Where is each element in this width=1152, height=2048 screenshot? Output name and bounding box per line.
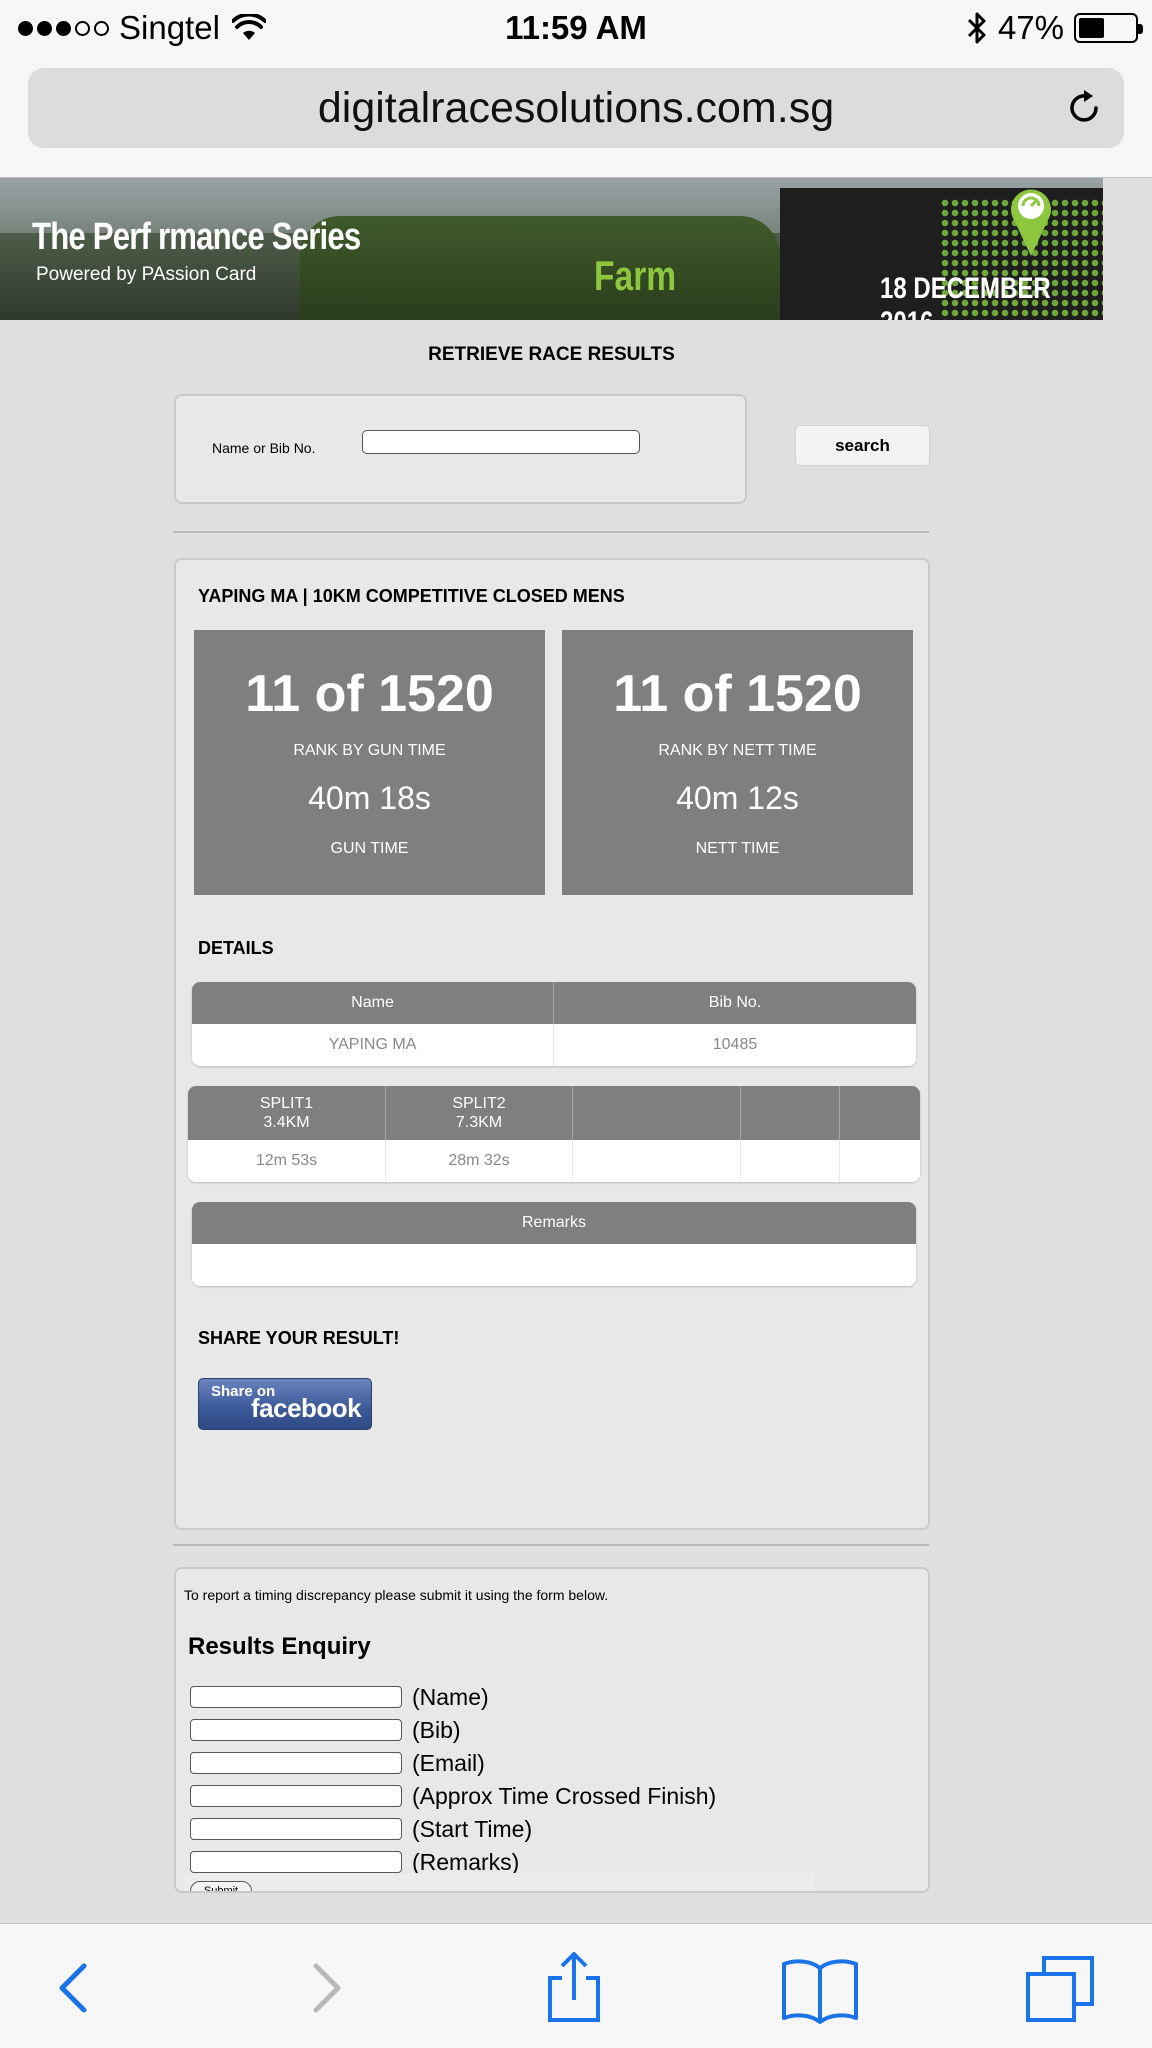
divider bbox=[173, 1544, 929, 1546]
details-table: Name Bib No. YAPING MA 10485 bbox=[192, 982, 916, 1066]
banner-event-name: Farm bbox=[594, 252, 677, 299]
browser-address-area: digitalracesolutions.com.sg bbox=[0, 56, 1152, 178]
empty-cell bbox=[741, 1140, 840, 1182]
split-time-cell: 28m 32s bbox=[386, 1140, 573, 1182]
enquiry-bib-input[interactable] bbox=[190, 1719, 402, 1741]
enquiry-name-row: (Name) bbox=[190, 1683, 489, 1711]
table-header-row: Remarks bbox=[192, 1202, 916, 1244]
details-heading: DETAILS bbox=[198, 938, 274, 958]
bookmarks-icon[interactable] bbox=[780, 1952, 860, 2024]
gun-time-label: GUN TIME bbox=[330, 840, 409, 857]
bib-number-cell: 10485 bbox=[712, 1036, 758, 1053]
search-label: Name or Bib No. bbox=[212, 440, 316, 456]
field-label: (Approx Time Crossed Finish) bbox=[412, 1782, 717, 1809]
search-panel: Name or Bib No. bbox=[174, 394, 747, 504]
results-enquiry-card: To report a timing discrepancy please su… bbox=[174, 1567, 930, 1893]
forward-icon[interactable] bbox=[288, 1952, 368, 2024]
event-banner: The Perf rmance Series Powered by PAssio… bbox=[0, 178, 1103, 320]
enquiry-title: Results Enquiry bbox=[188, 1633, 371, 1660]
enquiry-bib-row: (Bib) bbox=[190, 1716, 461, 1744]
column-header: Name bbox=[192, 982, 554, 1024]
enquiry-remarks-input[interactable] bbox=[190, 1851, 402, 1873]
empty-header bbox=[573, 1086, 741, 1140]
battery-percent: 47% bbox=[997, 9, 1064, 46]
enquiry-finish-time-row: (Approx Time Crossed Finish) bbox=[190, 1782, 716, 1810]
empty-header bbox=[840, 1086, 920, 1140]
reload-icon[interactable] bbox=[1062, 86, 1106, 130]
remarks-table: Remarks bbox=[192, 1202, 916, 1286]
battery-icon bbox=[1074, 13, 1143, 43]
share-on-facebook-button[interactable]: Share on facebook bbox=[198, 1378, 372, 1430]
table-row: 12m 53s 28m 32s bbox=[188, 1140, 920, 1182]
banner-date: 18 DECEMBER 2016 bbox=[880, 272, 1051, 320]
field-label: (Bib) bbox=[412, 1716, 461, 1743]
empty-header bbox=[741, 1086, 840, 1140]
nett-time: 40m 12s bbox=[676, 780, 799, 816]
split-name: SPLIT1 bbox=[259, 1095, 314, 1112]
nett-time-label: NETT TIME bbox=[695, 840, 780, 857]
runner-heading: YAPING MA | 10KM COMPETITIVE CLOSED MENS bbox=[198, 586, 625, 606]
empty-cell bbox=[840, 1140, 920, 1182]
nett-rank: 11 of 1520 bbox=[613, 665, 862, 723]
enquiry-start-time-row: (Start Time) bbox=[190, 1815, 532, 1843]
table-row bbox=[192, 1244, 916, 1286]
field-label: (Start Time) bbox=[412, 1815, 533, 1842]
remarks-header: Remarks bbox=[521, 1214, 586, 1231]
url-text[interactable]: digitalracesolutions.com.sg bbox=[28, 68, 1124, 148]
table-header-row: SPLIT1 3.4KM SPLIT2 7.3KM bbox=[188, 1086, 920, 1140]
gun-rank-label: RANK BY GUN TIME bbox=[293, 742, 446, 759]
enquiry-remarks-row: (Remarks) bbox=[190, 1848, 519, 1876]
gun-time-panel: 11 of 1520 RANK BY GUN TIME 40m 18s GUN … bbox=[194, 630, 545, 895]
split-distance: 3.4KM bbox=[263, 1114, 310, 1131]
runner-name-cell: YAPING MA bbox=[192, 1024, 554, 1066]
address-bar[interactable]: digitalracesolutions.com.sg bbox=[28, 68, 1124, 148]
nett-time-panel: 11 of 1520 RANK BY NETT TIME 40m 12s NET… bbox=[562, 630, 913, 895]
field-label: (Name) bbox=[412, 1683, 489, 1710]
submit-button[interactable]: Submit bbox=[190, 1881, 252, 1891]
split-time-cell: 12m 53s bbox=[188, 1140, 386, 1182]
enquiry-finish-time-input[interactable] bbox=[190, 1785, 402, 1807]
bluetooth-icon bbox=[967, 12, 986, 44]
gun-time: 40m 18s bbox=[308, 780, 431, 816]
enquiry-email-row: (Email) bbox=[190, 1749, 485, 1777]
nett-rank-label: RANK BY NETT TIME bbox=[658, 742, 817, 759]
enquiry-name-input[interactable] bbox=[190, 1686, 402, 1708]
remarks-cell bbox=[192, 1244, 916, 1286]
split-distance: 7.3KM bbox=[455, 1114, 503, 1131]
banner-title: The Perf rmance Series bbox=[32, 216, 361, 258]
search-input[interactable] bbox=[362, 430, 640, 454]
enquiry-note: To report a timing discrepancy please su… bbox=[184, 1587, 609, 1603]
browser-toolbar bbox=[0, 1923, 1152, 2048]
enquiry-email-input[interactable] bbox=[190, 1752, 402, 1774]
back-icon[interactable] bbox=[32, 1952, 112, 2024]
location-pin-icon bbox=[1011, 189, 1051, 256]
split-header: SPLIT1 3.4KM bbox=[188, 1086, 386, 1140]
enquiry-start-time-input[interactable] bbox=[190, 1818, 402, 1840]
share-icon[interactable] bbox=[534, 1952, 614, 2024]
empty-cell bbox=[573, 1140, 741, 1182]
split-header: SPLIT2 7.3KM bbox=[386, 1086, 573, 1140]
facebook-logo-text: facebook bbox=[251, 1393, 362, 1423]
split-name: SPLIT2 bbox=[452, 1095, 506, 1112]
splits-table: SPLIT1 3.4KM SPLIT2 7.3KM 12m 53s 28m 32… bbox=[188, 1086, 920, 1182]
gun-rank: 11 of 1520 bbox=[245, 665, 494, 723]
field-label: (Remarks) bbox=[412, 1848, 520, 1875]
search-button[interactable]: search bbox=[795, 425, 930, 466]
table-row: YAPING MA 10485 bbox=[192, 1024, 916, 1066]
status-bar: Singtel 11:59 AM 47% bbox=[0, 0, 1152, 56]
divider bbox=[173, 531, 929, 533]
table-header-row: Name Bib No. bbox=[192, 982, 916, 1024]
share-heading: SHARE YOUR RESULT! bbox=[198, 1328, 400, 1348]
column-header: Bib No. bbox=[708, 994, 762, 1011]
field-label: (Email) bbox=[412, 1749, 485, 1776]
tabs-icon[interactable] bbox=[1022, 1952, 1102, 2024]
banner-subtitle: Powered by PAssion Card bbox=[36, 264, 257, 285]
retrieve-results-heading: RETRIEVE RACE RESULTS bbox=[428, 344, 675, 365]
results-card: YAPING MA | 10KM COMPETITIVE CLOSED MENS… bbox=[174, 558, 930, 1530]
